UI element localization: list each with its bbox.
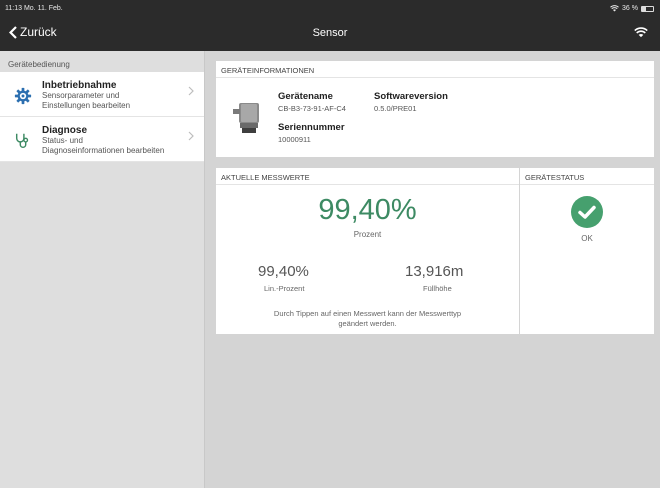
sidebar-item-diagnose[interactable]: Diagnose Status- und Diagnoseinformation… (0, 117, 204, 162)
status-date: Mo. 11. Feb. (23, 5, 63, 12)
sidebar: Gerätebedienung Inbetriebnahme Sensorpar… (0, 51, 205, 488)
sidebar-item-inbetriebnahme[interactable]: Inbetriebnahme Sensorparameter und Einst… (0, 72, 204, 117)
wifi-icon[interactable] (634, 27, 648, 38)
battery-percent: 36 % (622, 5, 638, 12)
serial-number-label: Seriennummer (278, 122, 345, 133)
gear-icon (14, 87, 32, 105)
fill-height-unit: Füllhöhe (423, 284, 452, 293)
wifi-status-icon (610, 5, 619, 12)
device-info-card: GERÄTEINFORMATIONEN Gerätename CB-B3-73-… (216, 61, 654, 157)
device-name-value: CB-B3-73-91-AF-C4 (278, 104, 346, 113)
measurement-header: AKTUELLE MESSWERTE (216, 168, 519, 185)
sidebar-item-subtitle: Einstellungen bearbeiten (42, 101, 131, 110)
battery-icon (641, 5, 654, 12)
chevron-right-icon (188, 86, 194, 96)
chevron-right-icon (188, 131, 194, 141)
measurement-card: AKTUELLE MESSWERTE 99,40% Prozent 99,40%… (216, 168, 519, 334)
hint-text: Durch Tippen auf einen Messwert kann der… (273, 309, 462, 328)
status-bar: 11:13 Mo. 11. Feb. 36 % (0, 0, 660, 17)
lin-percent-value[interactable]: 99,40% (258, 263, 309, 280)
device-status-header: GERÄTESTATUS (520, 168, 654, 185)
serial-number-value: 10000911 (278, 135, 311, 144)
sensor-device-image (233, 103, 259, 133)
page-title: Sensor (312, 27, 348, 39)
sidebar-item-subtitle: Status- und (42, 136, 83, 145)
fill-height-value[interactable]: 13,916m (405, 263, 463, 280)
battery-fill (642, 6, 646, 11)
device-info-header: GERÄTEINFORMATIONEN (216, 61, 654, 78)
status-ok-icon (571, 196, 603, 228)
primary-measurement-value[interactable]: 99,40% (216, 194, 519, 227)
sidebar-item-title: Inbetriebnahme (42, 80, 117, 91)
device-name-label: Gerätename (278, 91, 333, 102)
device-status-card: GERÄTESTATUS OK (520, 168, 654, 334)
navigation-bar: Zurück Sensor (0, 17, 660, 51)
sidebar-item-subtitle: Diagnoseinformationen bearbeiten (42, 146, 165, 155)
sidebar-item-subtitle: Sensorparameter und (42, 91, 120, 100)
software-version-value: 0.5.0/PRE01 (374, 104, 417, 113)
main-content: GERÄTEINFORMATIONEN Gerätename CB-B3-73-… (205, 51, 660, 488)
sidebar-header: Gerätebedienung (8, 60, 70, 69)
status-time: 11:13 (5, 5, 22, 12)
lin-percent-unit: Lin.-Prozent (264, 284, 305, 293)
checkmark-icon (578, 205, 596, 219)
stethoscope-icon (15, 133, 29, 148)
primary-measurement-unit: Prozent (353, 230, 382, 239)
status-label: OK (581, 234, 593, 243)
software-version-label: Softwareversion (374, 91, 448, 102)
sidebar-item-title: Diagnose (42, 125, 88, 136)
